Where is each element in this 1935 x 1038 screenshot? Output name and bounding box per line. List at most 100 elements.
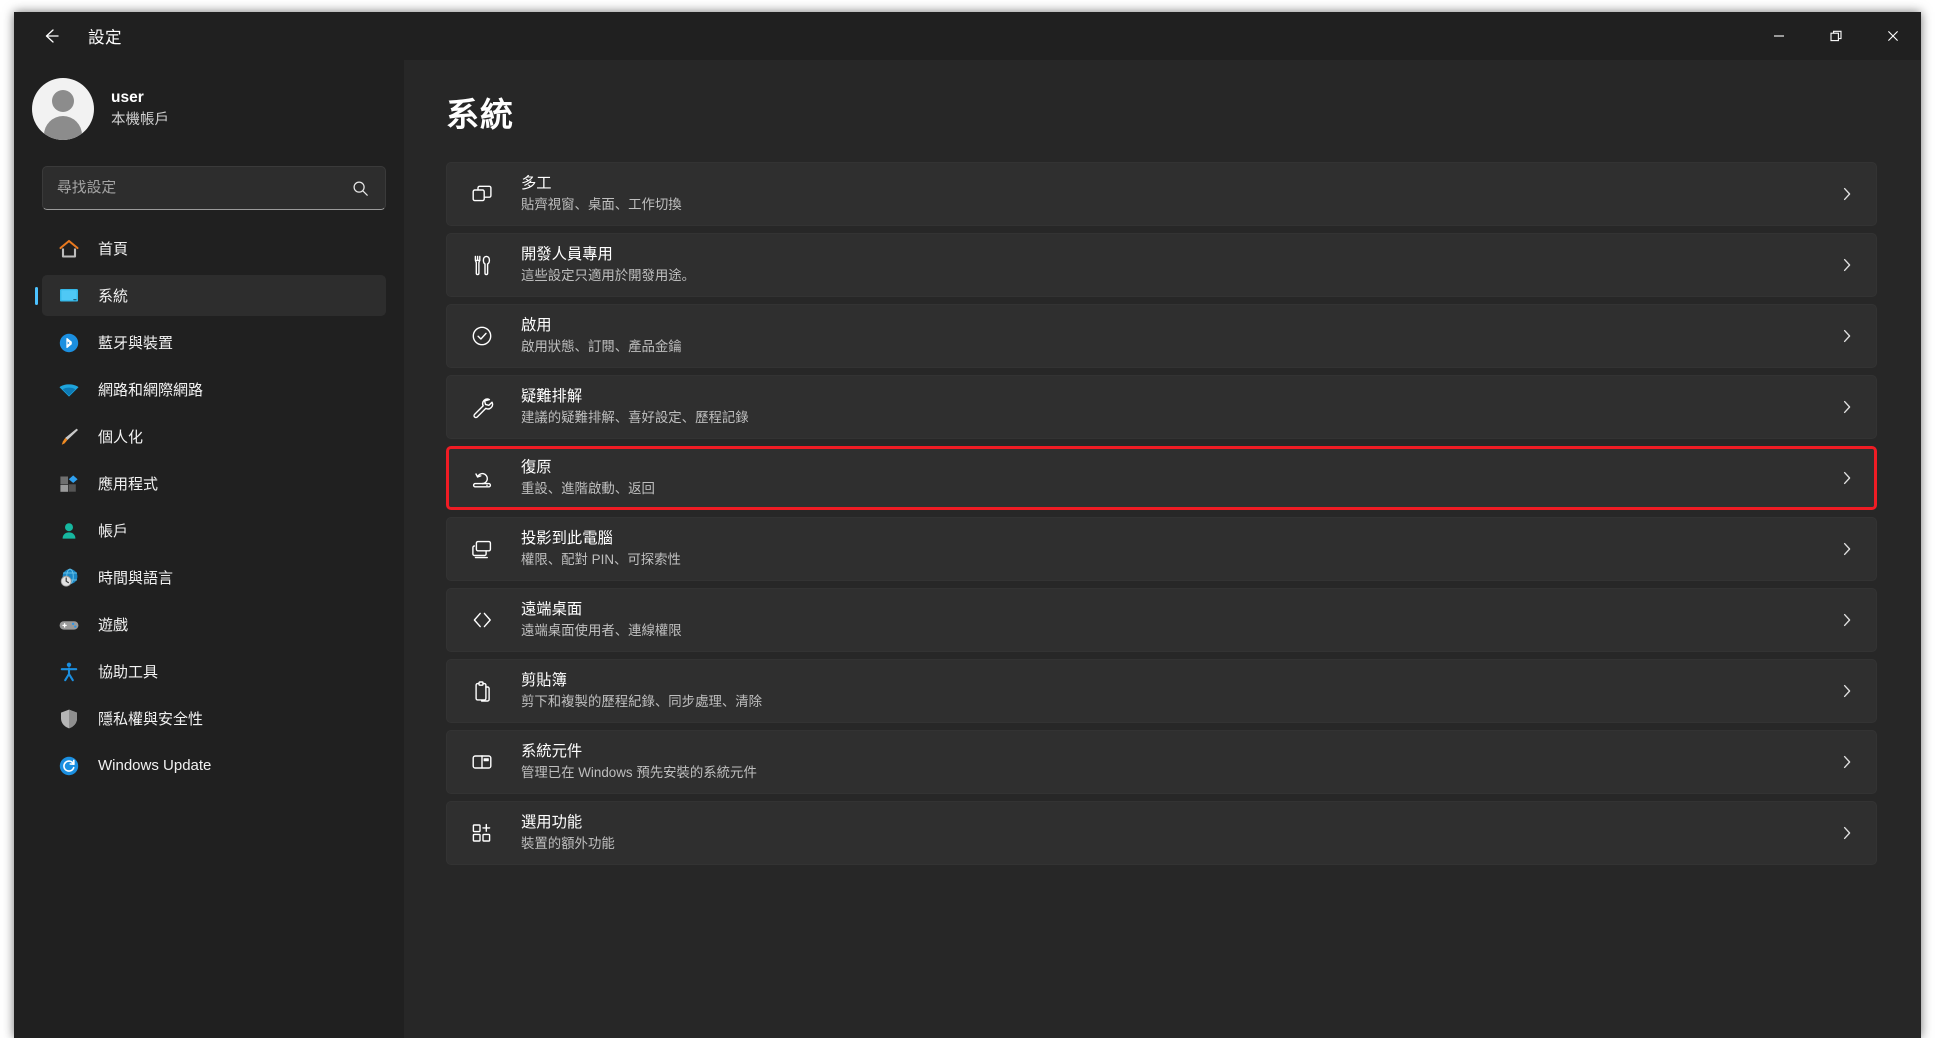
sidebar-item-9[interactable]: 協助工具 [42, 651, 386, 692]
sidebar-item-label: 首頁 [98, 241, 129, 258]
back-button[interactable] [30, 18, 72, 54]
settings-row-title: 復原 [521, 459, 552, 476]
settings-row[interactable]: 開發人員專用這些設定只適用於開發用途。 [446, 233, 1877, 297]
sidebar-item-10[interactable]: 隱私權與安全性 [42, 698, 386, 739]
settings-row[interactable]: 多工貼齊視窗、桌面、工作切換 [446, 162, 1877, 226]
settings-row[interactable]: 復原 重設、進階啟動、返回 [446, 446, 1877, 510]
search-box[interactable] [42, 166, 386, 210]
sidebar-item-0[interactable]: 首頁 [42, 228, 386, 269]
window-controls [1750, 12, 1921, 60]
close-icon [1887, 31, 1898, 41]
sidebar-nav: 首頁系統藍牙與裝置網路和網際網路 個人化應用程式帳戶時間與語言遊戲協助工具隱私權與… [14, 228, 404, 786]
clipboard-icon [465, 674, 499, 708]
chevron-right-icon [1843, 542, 1851, 556]
sidebar-item-label: 個人化 [98, 429, 144, 446]
remote-desktop-icon [465, 603, 499, 637]
sidebar-item-2[interactable]: 藍牙與裝置 [42, 322, 386, 363]
sidebar-item-8[interactable]: 遊戲 [42, 604, 386, 645]
search-button[interactable] [352, 180, 385, 197]
sidebar-item-5[interactable]: 應用程式 [42, 463, 386, 504]
project-to-pc-icon [465, 532, 499, 566]
settings-row-text: 疑難排解建議的疑難排解、喜好設定、歷程記錄 [521, 387, 1838, 427]
sidebar-item-label: 時間與語言 [98, 570, 174, 587]
settings-row-subtitle: 權限、配對 PIN、可探索性 [521, 552, 681, 567]
chevron-right-icon [1843, 684, 1851, 698]
settings-row-title: 啟用 [521, 317, 552, 334]
home-icon [56, 236, 82, 262]
chevron-right-icon [1838, 469, 1856, 487]
account-name: user [111, 89, 144, 106]
multitasking-windows-icon [465, 177, 499, 211]
settings-row-text: 啟用啟用狀態、訂閱、產品金鑰 [521, 316, 1838, 356]
settings-row-text: 投影到此電腦權限、配對 PIN、可探索性 [521, 529, 1838, 569]
settings-row[interactable]: 疑難排解建議的疑難排解、喜好設定、歷程記錄 [446, 375, 1877, 439]
sidebar-item-label: 協助工具 [98, 664, 159, 681]
settings-row[interactable]: 啟用啟用狀態、訂閱、產品金鑰 [446, 304, 1877, 368]
account-block[interactable]: user 本機帳戶 [14, 60, 404, 152]
chevron-right-icon [1843, 258, 1851, 272]
chevron-right-icon [1838, 185, 1856, 203]
activation-check-icon [465, 319, 499, 353]
settings-row-title: 投影到此電腦 [521, 530, 613, 547]
title-bar: 設定 [14, 12, 1921, 60]
settings-row-subtitle: 啟用狀態、訂閱、產品金鑰 [521, 339, 682, 354]
bluetooth-icon [56, 330, 82, 356]
sidebar-item-1[interactable]: 系統 [42, 275, 386, 316]
avatar-body [44, 116, 82, 140]
sidebar-item-label: 藍牙與裝置 [98, 335, 174, 352]
restore-button[interactable] [1807, 12, 1864, 60]
settings-row[interactable]: 遠端桌面 遠端桌面使用者、連線權限 [446, 588, 1877, 652]
minimize-button[interactable] [1750, 12, 1807, 60]
chevron-right-icon [1843, 471, 1851, 485]
optional-features-icon [465, 816, 499, 850]
chevron-right-icon [1838, 611, 1856, 629]
settings-row-text: 遠端桌面 遠端桌面使用者、連線權限 [521, 600, 1838, 640]
settings-row-title: 疑難排解 [521, 388, 583, 405]
sidebar-item-label: 系統 [98, 288, 129, 305]
account-text: user 本機帳戶 [111, 87, 169, 131]
settings-row[interactable]: 系統元件 管理已在 Windows 預先安裝的系統元件 [446, 730, 1877, 794]
account-person-icon [56, 518, 82, 544]
settings-row-title: 系統元件 [521, 743, 583, 760]
settings-row-title: 多工 [521, 175, 552, 192]
chevron-right-icon [1838, 256, 1856, 274]
chevron-right-icon [1838, 824, 1856, 842]
settings-row-subtitle: 剪下和複製的歷程紀錄、同步處理、清除 [521, 694, 763, 709]
clock-globe-icon [56, 565, 82, 591]
settings-row-subtitle: 貼齊視窗、桌面、工作切換 [521, 197, 682, 212]
settings-row-title: 剪貼簿 [521, 672, 567, 689]
search-input[interactable] [43, 180, 352, 196]
system-components-icon [465, 745, 499, 779]
close-button[interactable] [1864, 12, 1921, 60]
settings-row[interactable]: 選用功能 裝置的額外功能 [446, 801, 1877, 865]
sidebar-item-label: 遊戲 [98, 617, 129, 634]
sidebar-item-label: Windows Update [98, 757, 212, 774]
settings-row-subtitle: 這些設定只適用於開發用途。 [521, 268, 696, 283]
settings-row[interactable]: 剪貼簿剪下和複製的歷程紀錄、同步處理、清除 [446, 659, 1877, 723]
sidebar-item-7[interactable]: 時間與語言 [42, 557, 386, 598]
sidebar-item-11[interactable]: Windows Update [42, 745, 386, 786]
recovery-icon [465, 461, 499, 495]
chevron-right-icon [1838, 540, 1856, 558]
chevron-right-icon [1843, 826, 1851, 840]
gamepad-icon [56, 612, 82, 638]
settings-row-subtitle: 建議的疑難排解、喜好設定、歷程記錄 [521, 410, 749, 425]
settings-row-title: 開發人員專用 [521, 246, 613, 263]
settings-row-subtitle: 裝置的額外功能 [521, 836, 615, 851]
page-title: 系統 [446, 96, 514, 133]
account-type: 本機帳戶 [111, 112, 169, 128]
chevron-right-icon [1843, 755, 1851, 769]
update-refresh-icon [56, 753, 82, 779]
chevron-right-icon [1843, 329, 1851, 343]
restore-icon [1829, 30, 1842, 42]
developer-tools-icon [465, 248, 499, 282]
settings-row[interactable]: 投影到此電腦權限、配對 PIN、可探索性 [446, 517, 1877, 581]
sidebar-item-label: 網路和網際網路 [98, 382, 204, 399]
sidebar: user 本機帳戶 首頁系統藍牙與裝置網路和網際網路個人化應用程式帳戶時間與語言… [14, 60, 404, 1038]
sidebar-item-6[interactable]: 帳戶 [42, 510, 386, 551]
chevron-right-icon [1843, 400, 1851, 414]
shield-icon [56, 706, 82, 732]
sidebar-item-3[interactable]: 網路和網際網路 [42, 369, 386, 410]
sidebar-item-4[interactable]: 個人化 [42, 416, 386, 457]
settings-row-text: 系統元件 管理已在 Windows 預先安裝的系統元件 [521, 742, 1838, 782]
